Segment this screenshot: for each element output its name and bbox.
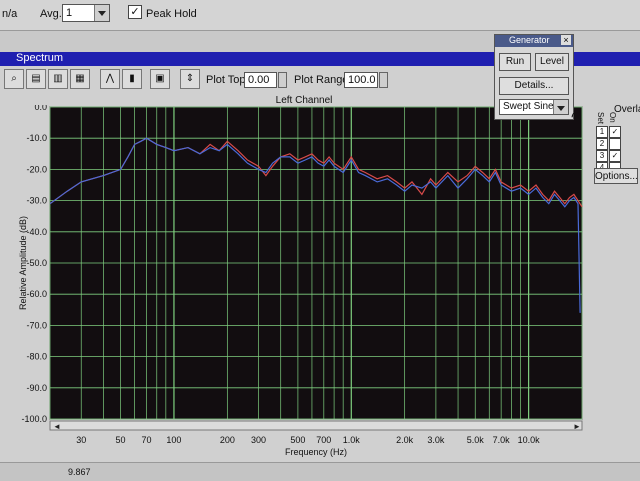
scale-icon[interactable]: ⇕ [180,69,200,89]
plot-top-input[interactable]: 0.00 [244,72,277,88]
details-button[interactable]: Details... [499,77,569,95]
top-left-text: n/a [2,8,18,20]
waveform-value: Swept Sine [503,101,554,112]
horizontal-scrollbar [49,420,583,431]
plot-range-label: Plot Range: [294,74,352,86]
generator-title: Generator [509,35,550,45]
chevron-down-icon[interactable] [94,5,109,21]
plot-area: Left Channel 0.0 -10.0 -20.0 -30.0 -40.0 -50.… [18,95,590,457]
input-a-icon[interactable]: ▤ [26,69,46,89]
scroll-right-icon: ► [573,422,581,431]
y-axis-label: Relative Amplitude (dB) [18,216,28,310]
generator-panel: Generator × Run Level Details... Swept S… [494,34,574,120]
out-a-icon[interactable]: ▥ [48,69,68,89]
avg-label: Avg. [40,8,62,20]
x-tick-label: 300 [251,435,266,445]
y-tick-label: -10.0 [26,133,47,143]
y-tick-label: -80.0 [26,352,47,362]
overlay-on-label: On [608,112,617,123]
window-title: Spectrum [16,52,64,64]
x-tick-label: 10.0k [518,435,541,445]
y-tick-label: -50.0 [26,258,47,268]
run-button[interactable]: Run [499,53,531,71]
y-tick-label: -60.0 [26,289,47,299]
waveform-select[interactable]: Swept Sine [499,99,569,115]
line-graph-icon[interactable]: ⋀ [100,69,120,89]
x-tick-label: 70 [141,435,151,445]
plot-range-spinner[interactable] [379,72,388,88]
bottom-strip: 9.867 [0,462,640,481]
x-tick-label: 2.0k [396,435,414,445]
zoom-icon[interactable]: ⌕ [4,69,24,89]
avg-combo[interactable]: 1 [62,4,110,22]
scroll-left-icon: ◄ [53,422,61,431]
plot-range-input[interactable]: 100.0 [344,72,378,88]
x-tick-label: 200 [220,435,235,445]
x-tick-label: 700 [316,435,331,445]
table-icon[interactable]: ▣ [150,69,170,89]
y-tick-label: -90.0 [26,383,47,393]
overlay-set-2[interactable]: 2 [596,138,608,150]
x-tick-label: 500 [290,435,305,445]
bottom-value: 9.867 [68,467,91,477]
x-tick-label: 30 [76,435,86,445]
x-tick-label: 100 [166,435,181,445]
x-tick-label: 50 [116,435,126,445]
avg-value: 1 [66,7,73,19]
overlay-set-3[interactable]: 3 [596,150,608,162]
plot-top-spinner[interactable] [278,72,287,88]
overlay-panel: Overla Set On 1✓23✓4 Options... [592,104,640,242]
out-b-icon[interactable]: ▦ [70,69,90,89]
overlay-on-checkbox-1[interactable]: ✓ [609,126,621,138]
plot-top-label: Plot Top: [206,74,249,86]
close-icon[interactable]: × [561,35,571,45]
overlay-set-1[interactable]: 1 [596,126,608,138]
x-tick-label: 7.0k [493,435,511,445]
x-tick-label: 3.0k [427,435,445,445]
options-button[interactable]: Options... [594,168,638,184]
x-tick-label: 5.0k [467,435,485,445]
bar-graph-icon[interactable]: ▮ [122,69,142,89]
y-tick-label: -20.0 [26,164,47,174]
spectrum-chart: 0.0 -10.0 -20.0 -30.0 -40.0 -50.0 -60.0 -70.0 -8… [18,105,583,457]
y-tick-label: -30.0 [26,196,47,206]
overlay-on-checkbox-3[interactable]: ✓ [609,150,621,162]
overlay-set-label: Set [596,112,605,125]
generator-titlebar: Generator × [495,35,573,47]
y-tick-label: -70.0 [26,320,47,330]
x-tick-label: 1.0k [343,435,361,445]
top-toolbar: n/a Avg. 1 ✓ Peak Hold [0,0,640,31]
overlay-title: Overla [614,104,640,115]
x-axis-label: Frequency (Hz) [285,447,347,457]
y-tick-label: -40.0 [26,227,47,237]
sine-wave-icon: ∿ [570,108,582,124]
chevron-down-icon[interactable] [553,100,568,114]
y-tick-label: -100.0 [21,414,47,424]
peak-hold-label: Peak Hold [146,8,197,20]
overlay-on-checkbox-2[interactable] [609,138,621,150]
peak-hold-checkbox[interactable]: ✓ [128,5,142,19]
y-tick-label: 0.0 [34,105,47,112]
level-button[interactable]: Level [535,53,569,71]
